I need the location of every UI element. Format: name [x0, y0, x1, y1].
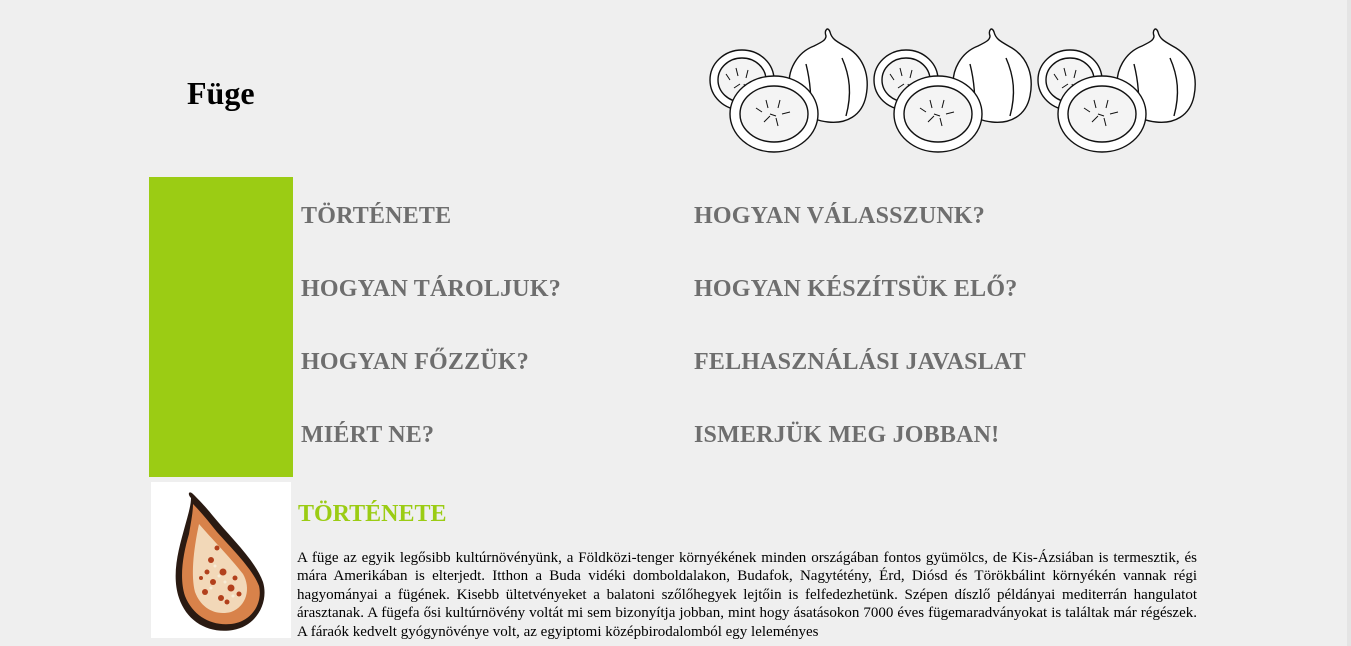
nav-link-miert-ne[interactable]: MIÉRT NE?: [301, 422, 434, 449]
fig-group-2: [873, 28, 1032, 153]
nav-link-hogyan-valasszunk[interactable]: HOGYAN VÁLASSZUNK?: [694, 203, 985, 230]
nav-link-ismerjuk-meg-jobban[interactable]: ISMERJÜK MEG JOBBAN!: [694, 422, 999, 449]
fig-group-1: [709, 28, 868, 153]
fig-half-photo-icon: [175, 492, 265, 631]
nav-link-hogyan-keszitsuk-elo[interactable]: HOGYAN KÉSZÍTSÜK ELŐ?: [694, 276, 1017, 303]
nav-link-hogyan-fozzuk[interactable]: HOGYAN FŐZZÜK?: [301, 349, 529, 376]
accent-block: [149, 177, 293, 477]
fig-group-3: [1037, 28, 1196, 153]
section-body-text: A füge az egyik legősibb kultúrnövényünk…: [297, 550, 1197, 640]
section-heading: TÖRTÉNETE: [298, 501, 447, 527]
section-photo: [151, 482, 291, 638]
page: Füge TÖRTÉNETE HOGYAN VÁLASSZUNK? HOGYAN…: [0, 0, 1351, 646]
site-title: Füge: [187, 75, 255, 111]
nav-link-felhasznalasi-javaslat[interactable]: FELHASZNÁLÁSI JAVASLAT: [694, 349, 1026, 376]
figs-illustration-icon: [709, 28, 1196, 153]
main-nav: TÖRTÉNETE HOGYAN VÁLASSZUNK? HOGYAN TÁRO…: [301, 177, 1201, 477]
nav-link-tortenete[interactable]: TÖRTÉNETE: [301, 203, 451, 230]
nav-link-hogyan-taroljuk[interactable]: HOGYAN TÁROLJUK?: [301, 276, 561, 303]
scrollbar[interactable]: [1347, 0, 1351, 646]
